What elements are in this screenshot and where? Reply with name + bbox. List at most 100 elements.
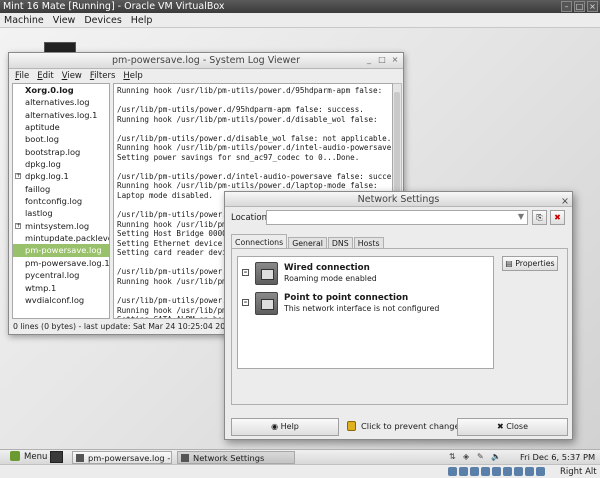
connections-list[interactable]: – Wired connection Roaming mode enabled – Po… bbox=[237, 256, 494, 369]
connection-description: Roaming mode enabled bbox=[284, 274, 377, 283]
vbox-device-icons bbox=[448, 467, 545, 476]
delete-location-button[interactable]: ✖ bbox=[550, 210, 565, 225]
log-file-name: fontconfig.log bbox=[25, 196, 83, 207]
network-card-icon bbox=[255, 292, 278, 315]
shared-folder-icon[interactable] bbox=[503, 467, 512, 476]
mouse-integration-icon[interactable] bbox=[536, 467, 545, 476]
log-file-name: alternatives.log bbox=[25, 97, 90, 108]
network-adapter-icon[interactable] bbox=[481, 467, 490, 476]
minimize-icon[interactable]: – bbox=[561, 1, 572, 12]
log-file-item[interactable]: dpkg.log bbox=[13, 158, 109, 170]
add-location-button[interactable]: ⎘ bbox=[532, 210, 547, 225]
collapse-icon[interactable]: – bbox=[242, 269, 249, 276]
location-select[interactable]: ▼ bbox=[266, 210, 528, 225]
log-file-name: lastlog bbox=[25, 208, 53, 219]
menu-label-rest: ile bbox=[19, 70, 30, 81]
log-file-item[interactable]: pycentral.log bbox=[13, 269, 109, 281]
minimize-icon[interactable]: _ bbox=[364, 55, 374, 65]
log-file-item[interactable]: pm-powersave.log bbox=[13, 244, 109, 257]
close-icon[interactable]: × bbox=[390, 55, 400, 65]
vbox-menu-devices[interactable]: Devices bbox=[84, 15, 121, 26]
connection-name: Wired connection bbox=[284, 263, 370, 273]
log-file-name: wtmp.1 bbox=[25, 282, 57, 293]
video-capture-icon[interactable] bbox=[525, 467, 534, 476]
log-file-item[interactable]: wtmp.1 bbox=[13, 282, 109, 294]
log-file-item[interactable]: alternatives.log.1 bbox=[13, 109, 109, 121]
log-file-item[interactable]: wvdialconf.log bbox=[13, 294, 109, 306]
vbox-menu-help[interactable]: Help bbox=[131, 15, 153, 26]
floppy-icon[interactable] bbox=[470, 467, 479, 476]
menu-help[interactable]: Help bbox=[123, 71, 142, 81]
network-settings-titlebar[interactable]: Network Settings × bbox=[225, 192, 572, 207]
vbox-statusbar: Right Alt bbox=[0, 464, 600, 478]
log-file-name: Xorg.0.log bbox=[25, 85, 74, 95]
close-icon[interactable]: × bbox=[587, 1, 598, 12]
lock-label: Click to prevent changes bbox=[361, 421, 464, 431]
maximize-icon[interactable]: □ bbox=[377, 55, 387, 65]
log-file-item[interactable]: aptitude bbox=[13, 121, 109, 133]
connection-row[interactable]: – Point to point connection This network i… bbox=[242, 292, 492, 316]
log-file-item[interactable]: bootstrap.log bbox=[13, 146, 109, 158]
log-file-item[interactable]: alternatives.log bbox=[13, 96, 109, 108]
maximize-icon[interactable]: □ bbox=[574, 1, 585, 12]
menu-label-rest: iew bbox=[67, 70, 82, 81]
expand-icon[interactable]: + bbox=[15, 173, 21, 180]
help-button[interactable]: ◉ Help bbox=[231, 418, 339, 436]
host-key-label: Right Alt bbox=[560, 467, 597, 477]
network-card-icon bbox=[255, 262, 278, 285]
log-status: 0 lines (0 bytes) - last update: Sat Mar… bbox=[13, 322, 236, 331]
network-icon[interactable]: ⇅ bbox=[449, 452, 458, 461]
log-file-item[interactable]: + mintsystem.log bbox=[13, 220, 109, 232]
connection-description: This network interface is not configured bbox=[284, 304, 440, 313]
menu-filters[interactable]: Filters bbox=[90, 71, 116, 81]
log-line: /usr/lib/pm-utils/power.d/disable_wol fa… bbox=[117, 133, 392, 143]
log-file-item[interactable]: faillog bbox=[13, 183, 109, 195]
display-icon[interactable] bbox=[514, 467, 523, 476]
connection-row[interactable]: – Wired connection Roaming mode enabled bbox=[242, 262, 492, 286]
properties-button[interactable]: ▤ Properties bbox=[502, 256, 558, 271]
close-x-icon: ✖ bbox=[496, 422, 504, 431]
taskbar-task[interactable]: pm-powersave.log - S... bbox=[72, 451, 172, 464]
taskbar-task[interactable]: Network Settings bbox=[177, 451, 295, 464]
menu-file[interactable]: File bbox=[15, 71, 29, 81]
volume-icon[interactable]: 🔈 bbox=[491, 452, 501, 461]
menu-edit[interactable]: Edit bbox=[37, 71, 53, 81]
log-file-name: pycentral.log bbox=[25, 270, 80, 281]
collapse-icon[interactable]: – bbox=[242, 299, 249, 306]
clock[interactable]: Fri Dec 6, 5:37 PM bbox=[520, 451, 595, 464]
log-file-name: aptitude bbox=[25, 122, 60, 133]
close-button[interactable]: ✖ Close bbox=[457, 418, 568, 436]
log-file-item[interactable]: + dpkg.log.1 bbox=[13, 170, 109, 182]
lock-toggle[interactable]: Click to prevent changes bbox=[347, 421, 464, 431]
help-icon: ◉ bbox=[271, 422, 279, 431]
tab-connections[interactable]: Connections bbox=[231, 234, 288, 249]
lock-icon bbox=[347, 421, 356, 431]
chevron-down-icon: ▼ bbox=[517, 212, 524, 221]
menu-view[interactable]: View bbox=[62, 71, 82, 81]
hdd-icon[interactable] bbox=[448, 467, 457, 476]
menu-label-rest: dit bbox=[42, 70, 54, 81]
terminal-launcher-icon[interactable] bbox=[50, 451, 63, 463]
usb-icon[interactable] bbox=[492, 467, 501, 476]
log-file-name: bootstrap.log bbox=[25, 146, 81, 157]
log-viewer-titlebar[interactable]: pm-powersave.log - System Log Viewer _ □… bbox=[9, 53, 403, 69]
vbox-menu-view[interactable]: View bbox=[53, 15, 76, 26]
vbox-menu-machine[interactable]: Machine bbox=[4, 15, 44, 26]
start-menu-button[interactable]: Menu bbox=[10, 451, 47, 464]
optical-drive-icon[interactable] bbox=[459, 467, 468, 476]
pen-icon[interactable]: ✎ bbox=[477, 452, 486, 461]
log-file-item[interactable]: fontconfig.log bbox=[13, 195, 109, 207]
log-file-item[interactable]: lastlog bbox=[13, 207, 109, 219]
log-file-item[interactable]: mintupdate.packlevel bbox=[13, 232, 109, 244]
log-file-item[interactable]: pm-powersave.log.1 bbox=[13, 257, 109, 269]
log-file-name: wvdialconf.log bbox=[25, 294, 85, 305]
update-icon[interactable]: ◈ bbox=[463, 452, 472, 461]
log-file-list[interactable]: Xorg.0.log alternatives.log alternatives.l… bbox=[12, 83, 110, 319]
expand-icon[interactable]: + bbox=[15, 222, 21, 229]
close-icon[interactable]: × bbox=[561, 194, 569, 209]
log-file-item[interactable]: boot.log bbox=[13, 133, 109, 145]
log-file-item[interactable]: Xorg.0.log bbox=[13, 84, 109, 96]
properties-icon: ▤ bbox=[505, 259, 513, 268]
